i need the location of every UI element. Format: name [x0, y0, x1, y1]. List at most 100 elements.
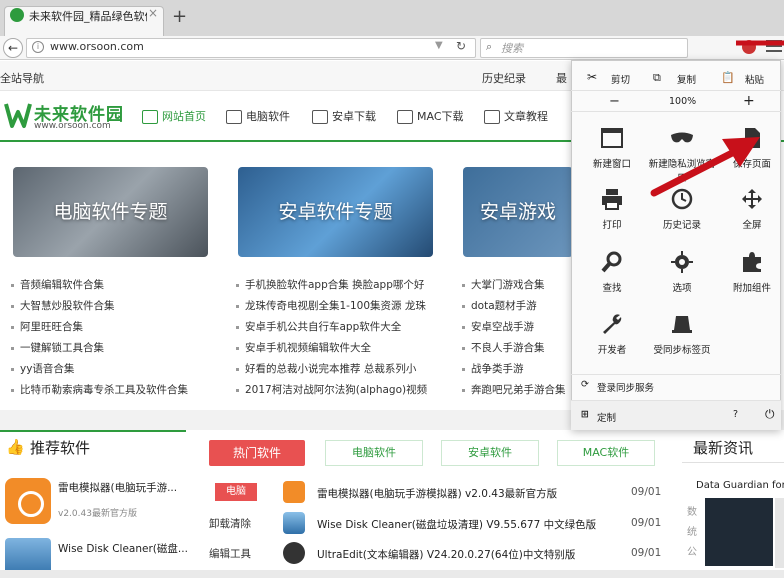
list-item[interactable]: 大掌门游戏合集 [462, 277, 570, 298]
printer-icon [602, 189, 622, 210]
horizontal-scrollbar[interactable] [0, 570, 784, 578]
topic-list-games: 大掌门游戏合集 dota题材手游 安卓空战手游 不良人手游合集 战争类手游 奔跑… [462, 277, 570, 403]
table-row[interactable]: UltraEdit(文本编辑器) V24.20.0.27(64位)中文特别版 [317, 547, 575, 562]
zoom-out-button[interactable]: − [609, 94, 620, 109]
category-item[interactable]: 卸载清除 [209, 516, 251, 531]
news-title: 最新资讯 [693, 439, 754, 457]
menu-footer: ⊞ 定制 ? ⏻ [571, 400, 781, 430]
list-item[interactable]: 一键解锁工具合集 [11, 340, 188, 361]
power-icon[interactable]: ⏻ [765, 407, 775, 422]
news-thumbnail[interactable] [705, 498, 773, 566]
find-item[interactable]: 查找 [577, 250, 647, 294]
news-snippet: 数 [687, 507, 697, 518]
category-active[interactable]: 电脑 [215, 483, 257, 501]
nav-android[interactable]: 安卓下载 [312, 108, 376, 124]
sync-sign-in[interactable]: ⟳ 登录同步服务 [571, 374, 781, 396]
list-item[interactable]: 音频编辑软件合集 [11, 277, 188, 298]
site-nav-link[interactable]: 全站导航 [0, 70, 44, 86]
table-row[interactable]: Wise Disk Cleaner(磁盘垃圾清理) V9.55.677 中文绿色… [317, 517, 596, 532]
customize-button[interactable]: 定制 [597, 410, 616, 424]
zoom-row: − 100% + [571, 90, 781, 112]
nav-mac[interactable]: MAC下载 [397, 108, 464, 124]
list-item[interactable]: 安卓手机公共自行车app软件大全 [236, 319, 427, 340]
paste-button[interactable]: 粘贴 [745, 72, 764, 86]
wrench-icon [603, 314, 622, 334]
app-name[interactable]: Wise Disk Cleaner(磁盘... [58, 541, 188, 556]
history-link[interactable]: 历史纪录 [482, 70, 526, 86]
news-item[interactable]: Data Guardian for M [696, 480, 784, 491]
list-item[interactable]: yy语音合集 [11, 361, 188, 382]
news-divider [682, 462, 784, 463]
magnifier-icon [601, 251, 622, 273]
android-icon [312, 110, 328, 124]
list-item[interactable]: 龙珠传奇电视剧全集1-100集资源 龙珠 [236, 298, 427, 319]
nav-articles[interactable]: 文章教程 [484, 108, 548, 124]
zoom-level[interactable]: 100% [669, 96, 696, 107]
synced-tabs-icon [672, 316, 692, 333]
tab-mac-software[interactable]: MAC软件 [557, 440, 655, 466]
url-dropdown-icon[interactable]: ▼ [435, 40, 443, 51]
sync-label: 登录同步服务 [597, 383, 655, 394]
list-item[interactable]: 安卓空战手游 [462, 319, 570, 340]
app-name[interactable]: 雷电模拟器(电脑玩手游... [58, 480, 177, 495]
thumbs-up-icon: 👍 [6, 438, 25, 456]
app-icon[interactable] [283, 481, 305, 503]
tab-close-icon[interactable]: × [148, 6, 158, 20]
topic-list-android: 手机换脸软件app合集 换脸app哪个好 龙珠传奇电视剧全集1-100集资源 龙… [236, 277, 427, 403]
news-snippet: 统 [687, 527, 697, 538]
window-icon [601, 128, 623, 148]
list-item[interactable]: 战争类手游 [462, 361, 570, 382]
logo-icon [4, 103, 32, 128]
list-item[interactable]: 手机换脸软件app合集 换脸app哪个好 [236, 277, 427, 298]
list-item[interactable]: 比特币勒索病毒专杀工具及软件合集 [11, 382, 188, 403]
list-item[interactable]: 安卓手机视频编辑软件大全 [236, 340, 427, 361]
new-window-item[interactable]: 新建窗口 [577, 126, 647, 170]
tab-title: 未来软件园_精品绿色软件下 [29, 10, 147, 23]
developer-item[interactable]: 开发者 [577, 312, 647, 356]
row-date: 09/01 [631, 517, 662, 529]
info-icon[interactable]: i [32, 41, 44, 53]
back-button[interactable]: ← [3, 38, 23, 58]
print-item[interactable]: 打印 [577, 187, 647, 231]
list-item[interactable]: dota题材手游 [462, 298, 570, 319]
app-icon[interactable] [283, 542, 305, 564]
list-item[interactable]: 阿里旺旺合集 [11, 319, 188, 340]
vertical-scrollbar[interactable] [775, 498, 784, 568]
list-item[interactable]: 不良人手游合集 [462, 340, 570, 361]
nav-home[interactable]: 网站首页 [142, 108, 206, 124]
synced-tabs-item[interactable]: 受同步标签页 [647, 312, 717, 356]
url-text[interactable]: www.orsoon.com [50, 40, 144, 53]
sync-icon: ⟳ [581, 379, 589, 390]
help-icon[interactable]: ? [733, 409, 738, 420]
more-link[interactable]: 最 [556, 70, 567, 86]
app-icon[interactable] [283, 512, 305, 534]
reload-icon[interactable]: ↻ [456, 39, 466, 53]
row-date: 09/01 [631, 486, 662, 498]
zoom-in-button[interactable]: + [743, 93, 755, 109]
article-icon [484, 110, 500, 124]
nav-pc-software[interactable]: 电脑软件 [226, 108, 290, 124]
list-item[interactable]: 好看的总裁小说完本推荐 总裁系列小 [236, 361, 427, 382]
news-snippet: 公 [687, 547, 697, 558]
table-row[interactable]: 雷电模拟器(电脑玩手游模拟器) v2.0.43最新官方版 [317, 486, 557, 501]
copy-button[interactable]: 复制 [677, 72, 696, 86]
search-icon: ⌕ [486, 40, 493, 53]
addons-item[interactable]: 附加组件 [717, 250, 784, 294]
annotation-arrow-icon [650, 137, 760, 197]
search-placeholder[interactable]: 搜索 [501, 40, 523, 56]
options-item[interactable]: 选项 [647, 250, 717, 294]
tab-android-software[interactable]: 安卓软件 [441, 440, 539, 466]
row-date: 09/01 [631, 547, 662, 559]
banner-android-games[interactable]: 安卓游戏 [463, 167, 573, 257]
banner-pc-topic[interactable]: 电脑软件专题 [13, 167, 208, 257]
cut-button[interactable]: 剪切 [611, 72, 630, 86]
list-item[interactable]: 大智慧炒股软件合集 [11, 298, 188, 319]
app-icon[interactable] [5, 478, 51, 524]
tab-pc-software[interactable]: 电脑软件 [325, 440, 423, 466]
tab-hot-software[interactable]: 热门软件 [209, 440, 305, 466]
list-item[interactable]: 2017柯洁对战阿尔法狗(alphago)视频 [236, 382, 427, 403]
banner-android-topic[interactable]: 安卓软件专题 [238, 167, 433, 257]
new-tab-button[interactable]: + [172, 8, 187, 26]
category-item[interactable]: 编辑工具 [209, 546, 251, 561]
list-item[interactable]: 奔跑吧兄弟手游合集 [462, 382, 570, 403]
